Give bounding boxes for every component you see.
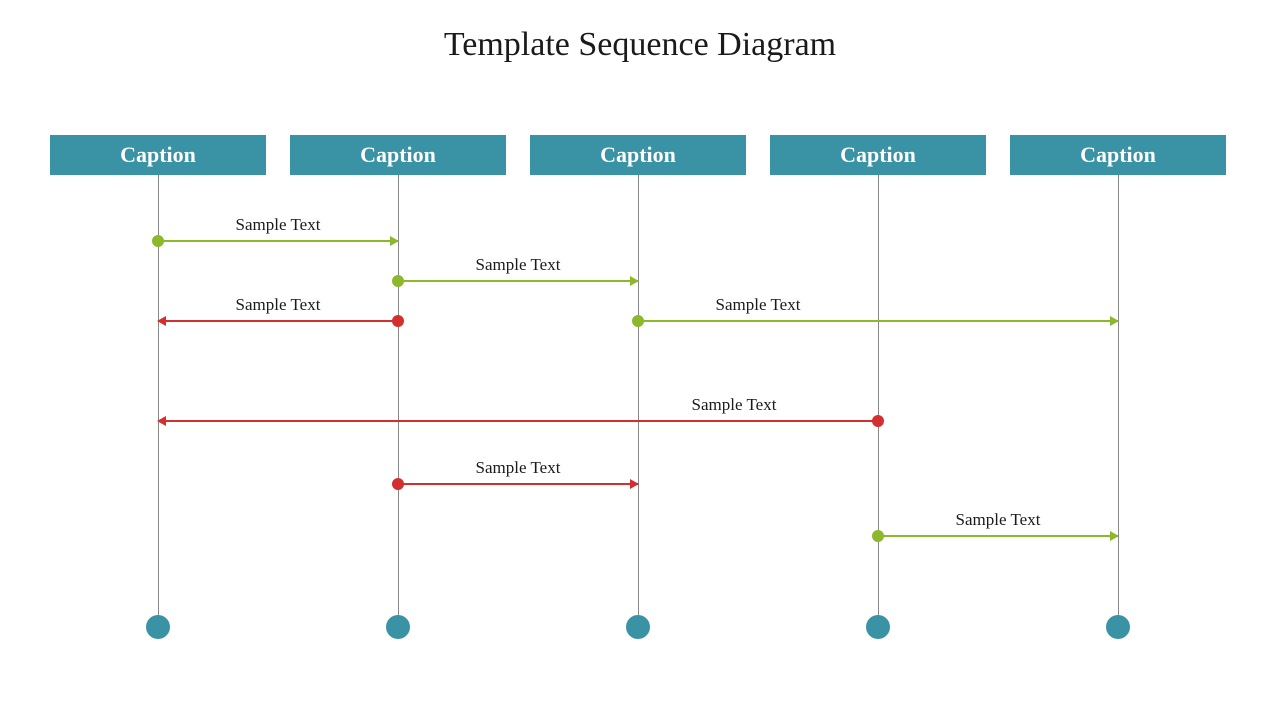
message-0: Sample Text — [158, 240, 398, 241]
message-6: Sample Text — [878, 535, 1118, 536]
message-origin-dot — [632, 315, 644, 327]
message-line — [638, 320, 1118, 322]
message-line — [158, 320, 398, 322]
message-origin-dot — [152, 235, 164, 247]
lifeline-3 — [878, 175, 879, 625]
message-origin-dot — [872, 530, 884, 542]
message-1: Sample Text — [398, 280, 638, 281]
lifeline-2 — [638, 175, 639, 625]
message-label: Sample Text — [236, 295, 321, 315]
arrow-left-icon — [157, 316, 166, 326]
message-3: Sample Text — [638, 320, 1118, 321]
lane-header-4: Caption — [1010, 135, 1226, 175]
arrow-right-icon — [390, 236, 399, 246]
message-origin-dot — [872, 415, 884, 427]
lane-header-3: Caption — [770, 135, 986, 175]
message-line — [878, 535, 1118, 537]
arrow-right-icon — [630, 479, 639, 489]
lifeline-end-0 — [146, 615, 170, 639]
message-line — [398, 483, 638, 485]
message-label: Sample Text — [956, 510, 1041, 530]
message-line — [158, 420, 878, 422]
lifeline-end-4 — [1106, 615, 1130, 639]
lane-header-2: Caption — [530, 135, 746, 175]
message-line — [398, 280, 638, 282]
message-origin-dot — [392, 275, 404, 287]
arrow-right-icon — [1110, 316, 1119, 326]
lane-header-0: Caption — [50, 135, 266, 175]
message-label: Sample Text — [476, 458, 561, 478]
message-5: Sample Text — [398, 483, 638, 484]
message-line — [158, 240, 398, 242]
message-2: Sample Text — [158, 320, 398, 321]
message-label: Sample Text — [716, 295, 801, 315]
lifeline-4 — [1118, 175, 1119, 625]
message-origin-dot — [392, 478, 404, 490]
message-label: Sample Text — [692, 395, 777, 415]
lane-header-1: Caption — [290, 135, 506, 175]
message-label: Sample Text — [476, 255, 561, 275]
message-label: Sample Text — [236, 215, 321, 235]
message-origin-dot — [392, 315, 404, 327]
lifeline-end-3 — [866, 615, 890, 639]
message-4: Sample Text — [158, 420, 878, 421]
lifeline-end-1 — [386, 615, 410, 639]
arrow-right-icon — [1110, 531, 1119, 541]
arrow-left-icon — [157, 416, 166, 426]
sequence-diagram: Caption Caption Caption Caption Caption … — [0, 0, 1280, 720]
lifeline-end-2 — [626, 615, 650, 639]
arrow-right-icon — [630, 276, 639, 286]
